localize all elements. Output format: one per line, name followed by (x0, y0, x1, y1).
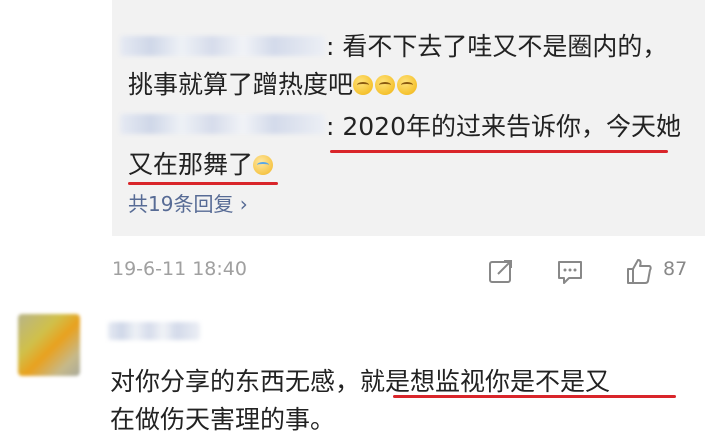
emoji-icon (375, 75, 396, 95)
reply-2-underline-2 (128, 182, 278, 185)
emoji-icon (353, 75, 374, 95)
comment-username-blurred[interactable] (108, 322, 200, 340)
timestamp: 19-6-11 18:40 (112, 258, 247, 280)
crying-emoji-icon (253, 155, 274, 175)
emoji-icon (397, 75, 418, 95)
reply-2-username-blurred[interactable] (120, 114, 325, 134)
comment-text-line2: 在做伤天害理的事。 (110, 405, 336, 434)
comment-underline (393, 395, 676, 398)
reply-2-text-line1: : 2020年的过来告诉你，今天她 (326, 112, 681, 141)
comment-text-line1: 对你分享的东西无感，就是想监视你是不是又 (110, 367, 611, 396)
reply-1-text-line2: 挑事就算了蹭热度吧 (128, 64, 419, 106)
comment-icon[interactable] (555, 256, 585, 286)
reply-1-text-line2-content: 挑事就算了蹭热度吧 (128, 70, 354, 99)
like-icon[interactable] (624, 256, 654, 286)
reply-2-underline-1 (330, 150, 668, 153)
reply-1-username-blurred[interactable] (120, 36, 325, 56)
reply-2-text-line2: 又在那舞了 (128, 144, 275, 186)
like-count: 87 (663, 258, 688, 280)
more-replies-link[interactable]: 共19条回复 › (128, 188, 248, 217)
reply-1-text-line1: : 看不下去了哇又不是圈内的， (326, 32, 668, 61)
reply-2-text-line2-content: 又在那舞了 (128, 150, 254, 179)
share-icon[interactable] (486, 256, 516, 286)
avatar-blurred[interactable] (18, 314, 80, 376)
